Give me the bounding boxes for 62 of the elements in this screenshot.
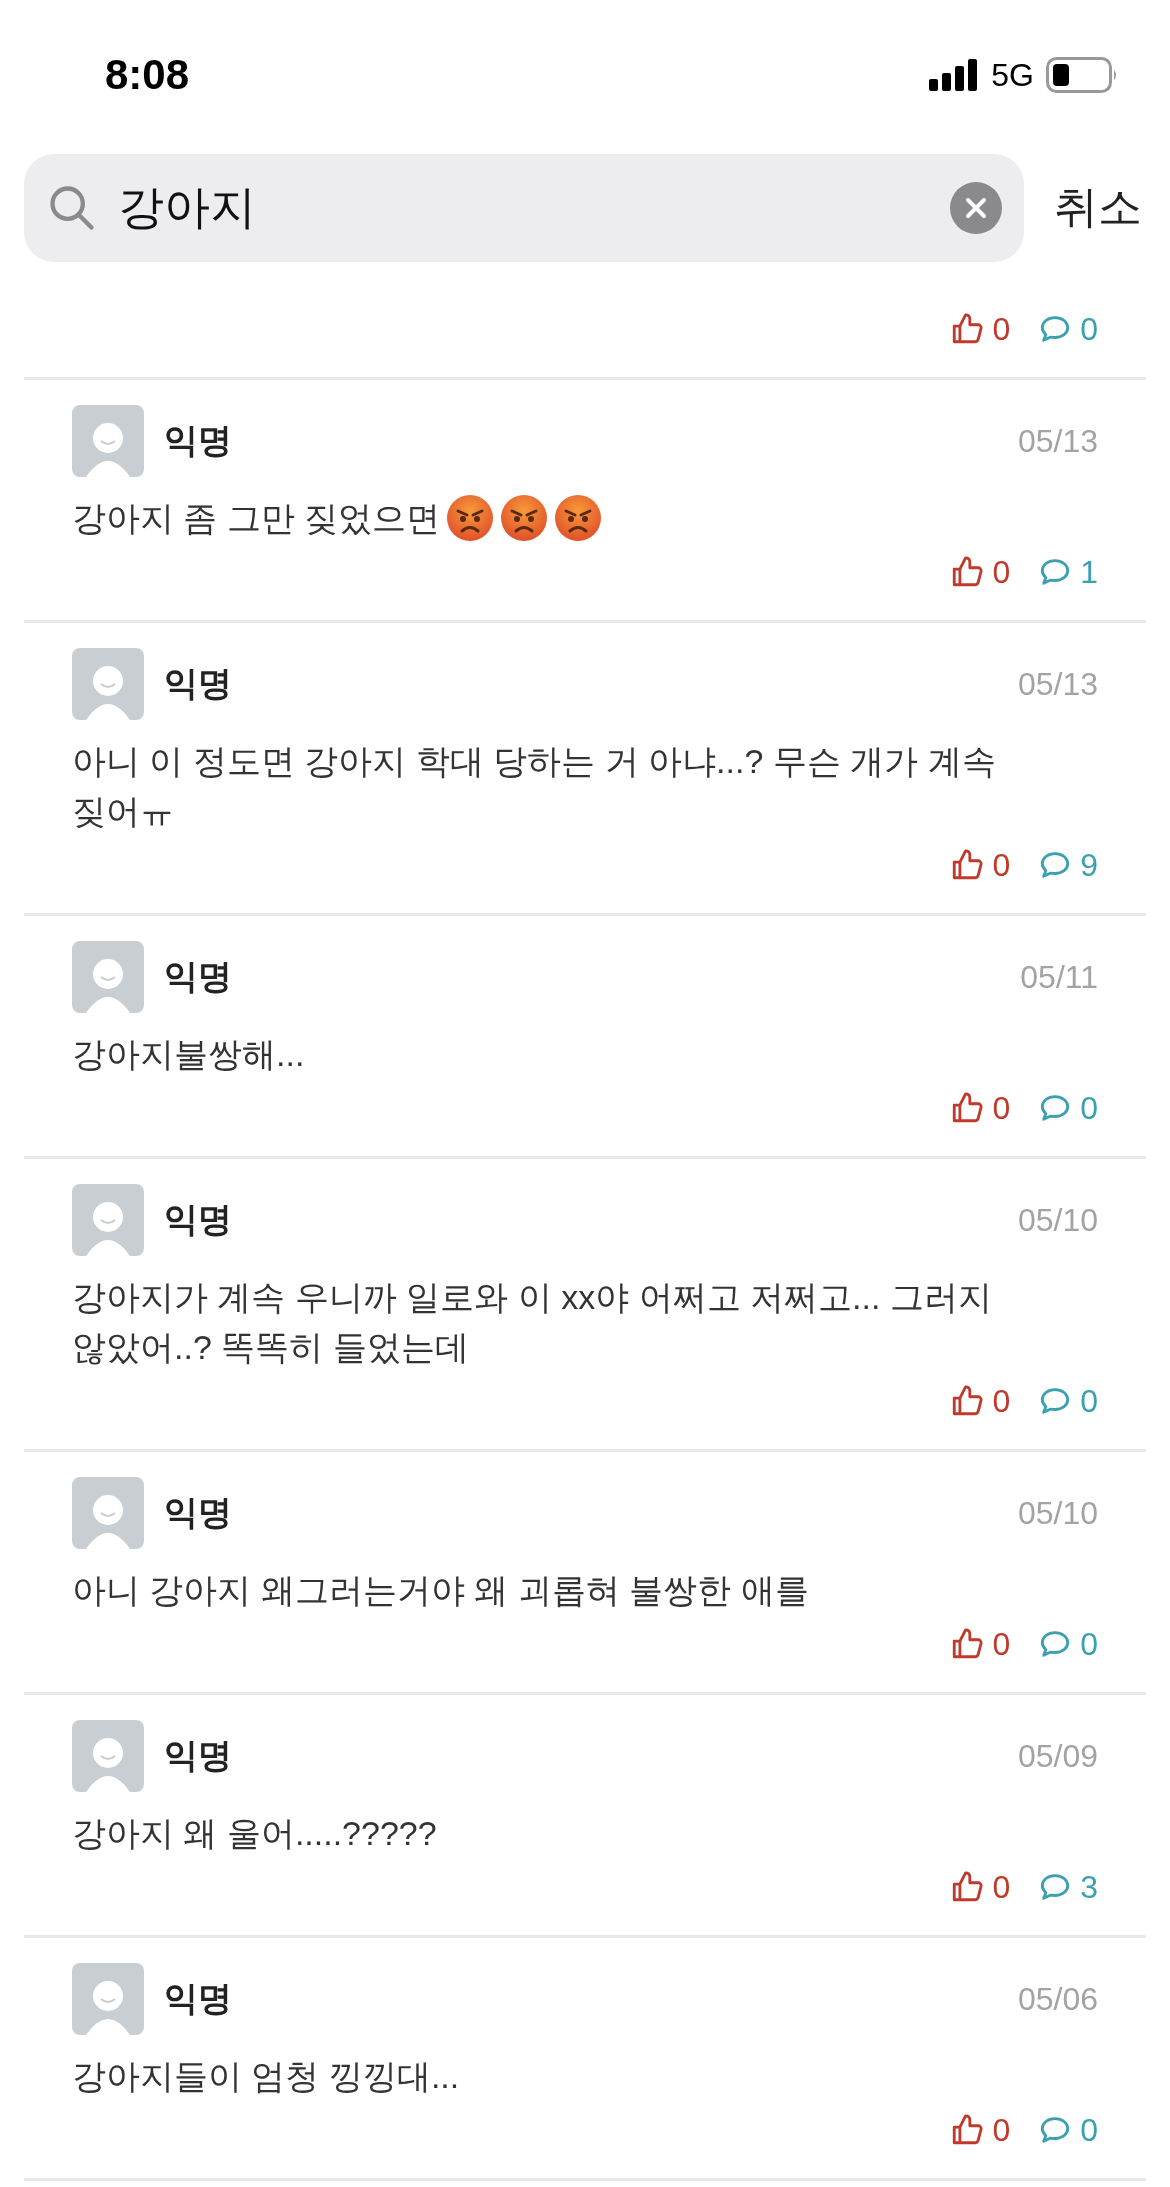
post-text: 강아지 왜 울어.....????? bbox=[72, 1813, 437, 1854]
author-name: 익명 bbox=[164, 1978, 233, 2019]
angry-face-icon bbox=[446, 494, 495, 542]
signal-icon bbox=[929, 59, 980, 91]
post-text: 강아지들이 엄청 낑낑대... bbox=[72, 2056, 460, 2097]
comment-count: 0 bbox=[1080, 310, 1098, 348]
post-date: 05/13 bbox=[1017, 422, 1098, 460]
avatar-icon bbox=[72, 1477, 144, 1549]
thumbs-up-icon[interactable] bbox=[950, 312, 985, 346]
like-count: 0 bbox=[992, 846, 1011, 884]
like-count: 0 bbox=[992, 1382, 1011, 1420]
post-date: 05/10 bbox=[1017, 1201, 1098, 1239]
author-name: 익명 bbox=[164, 663, 233, 704]
clear-icon[interactable] bbox=[950, 181, 1002, 234]
thumbs-up-icon[interactable] bbox=[950, 2113, 985, 2147]
comment-count: 9 bbox=[1080, 846, 1098, 884]
post-text: 아니 이 정도면 강아지 학대 당하는 거 아냐...? 무슨 개가 계속 짖어ㅠ bbox=[72, 741, 997, 832]
comment-count: 0 bbox=[1080, 2111, 1098, 2149]
status-time: 8:08 bbox=[105, 51, 190, 99]
like-count: 0 bbox=[992, 310, 1011, 348]
like-count: 0 bbox=[992, 1868, 1011, 1906]
avatar-icon bbox=[72, 1184, 144, 1256]
thumbs-up-icon[interactable] bbox=[950, 1384, 985, 1418]
post-date: 05/13 bbox=[1017, 665, 1098, 703]
post-date: 05/10 bbox=[1017, 1494, 1098, 1532]
post-text: 강아지불쌍해... bbox=[72, 1034, 305, 1075]
angry-face-icon bbox=[500, 494, 549, 542]
cancel-button[interactable]: 취소 bbox=[1054, 178, 1142, 237]
avatar-icon bbox=[72, 648, 144, 720]
author-name: 익명 bbox=[164, 1735, 233, 1776]
author-name: 익명 bbox=[164, 1199, 233, 1240]
thumbs-up-icon[interactable] bbox=[950, 1627, 985, 1661]
author-name: 익명 bbox=[164, 420, 233, 461]
comment-count: 0 bbox=[1080, 1089, 1098, 1127]
thumbs-up-icon[interactable] bbox=[950, 555, 985, 589]
like-count: 0 bbox=[992, 1625, 1011, 1663]
avatar-icon bbox=[72, 941, 144, 1013]
post-text: 강아지가 계속 우니까 일로와 이 xx야 어쩌고 저쩌고... 그러지 않았어..? 똑똑히 들었는데 bbox=[72, 1277, 993, 1368]
author-name: 익명 bbox=[164, 1492, 233, 1533]
network-label: 5G bbox=[991, 56, 1034, 94]
avatar-icon bbox=[72, 1963, 144, 2035]
like-count: 0 bbox=[992, 2111, 1011, 2149]
post-date: 05/09 bbox=[1017, 1737, 1098, 1775]
thumbs-up-icon[interactable] bbox=[950, 1091, 985, 1125]
comment-count: 0 bbox=[1080, 1625, 1098, 1663]
thumbs-up-icon[interactable] bbox=[950, 1870, 985, 1904]
author-name: 익명 bbox=[164, 956, 233, 997]
avatar-icon bbox=[72, 1720, 144, 1792]
like-count: 0 bbox=[992, 1089, 1011, 1127]
post-date: 05/11 bbox=[1020, 958, 1098, 996]
angry-face-icon bbox=[554, 494, 603, 542]
comment-count: 3 bbox=[1080, 1868, 1098, 1906]
thumbs-up-icon[interactable] bbox=[950, 848, 985, 882]
battery-icon bbox=[1046, 57, 1118, 93]
avatar-icon bbox=[72, 405, 144, 477]
post-date: 05/06 bbox=[1017, 1980, 1098, 2018]
search-field[interactable]: 강아지 bbox=[24, 153, 1024, 262]
comment-count: 0 bbox=[1080, 1382, 1098, 1420]
comment-count: 1 bbox=[1080, 553, 1098, 591]
post-text: 아니 강아지 왜그러는거야 왜 괴롭혀 불쌍한 애를 bbox=[72, 1570, 809, 1611]
post-text: 강아지 좀 그만 짖었으면 bbox=[72, 498, 441, 539]
like-count: 0 bbox=[992, 553, 1011, 591]
